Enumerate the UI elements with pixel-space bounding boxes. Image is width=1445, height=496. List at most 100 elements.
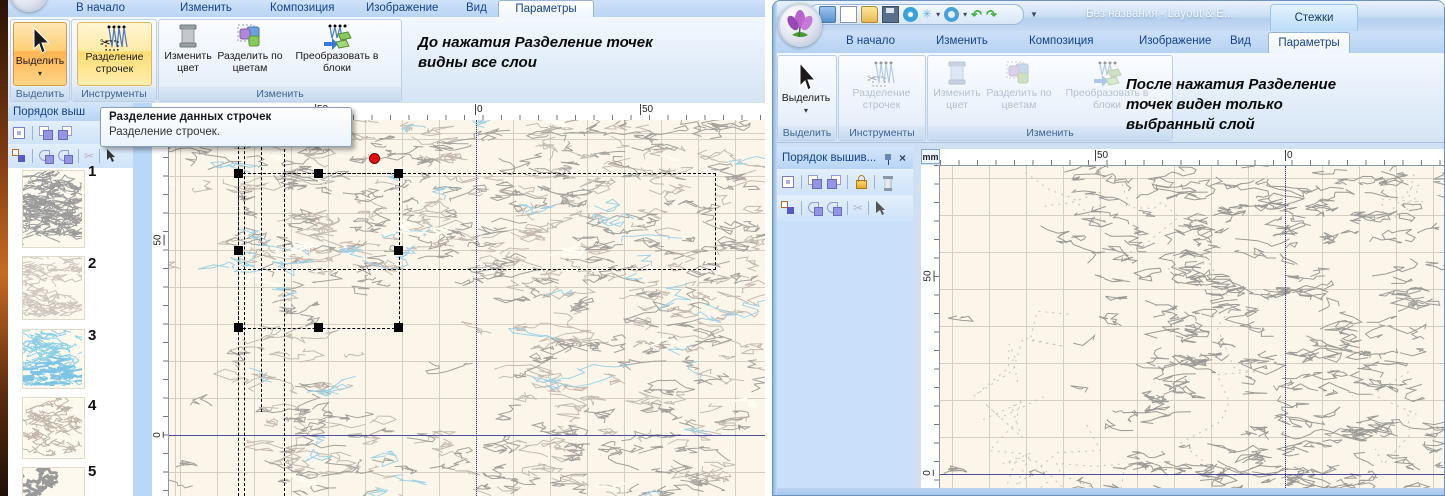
cycle-colors-icon[interactable]	[38, 148, 54, 164]
change-color-button[interactable]: Изменить цвет	[163, 22, 213, 84]
thread-spool-icon[interactable]	[880, 174, 896, 190]
convert-to-blocks-icon	[322, 24, 352, 50]
app-logo[interactable]	[10, 0, 48, 12]
open-file-icon[interactable]	[861, 6, 878, 23]
select-button[interactable]: Выделить ▾	[13, 22, 67, 86]
sewing-order-panel: Порядок выш ✂ 1	[8, 103, 133, 496]
qat-customize-arrow[interactable]: ▼	[1030, 10, 1038, 20]
bring-forward-icon[interactable]	[807, 174, 823, 190]
stage: В начало Изменить Композиция Изображение…	[0, 0, 1445, 496]
selection-handle[interactable]	[394, 246, 403, 255]
tab-home[interactable]: В начало	[846, 35, 895, 47]
ruler-label: 0	[922, 470, 934, 476]
layer-number: 3	[88, 327, 96, 344]
move-layer-icon[interactable]	[780, 200, 796, 216]
tab-composition[interactable]: Композиция	[270, 2, 334, 14]
vertical-axis-line	[1285, 166, 1286, 496]
tab-edit[interactable]: Изменить	[180, 2, 232, 14]
save-icon[interactable]	[882, 6, 899, 23]
scissors-icon[interactable]: ✂	[84, 149, 94, 163]
selection-handle[interactable]	[314, 169, 323, 178]
cycle-colors-back-icon[interactable]	[57, 148, 73, 164]
tab-parameters-selected[interactable]: Параметры	[498, 0, 594, 18]
tab-image[interactable]: Изображение	[366, 2, 438, 14]
window-after: ✳ ▾ ▾ ↶ ↷ ▼ Без названия - Layout & E...…	[772, 0, 1445, 496]
selection-handle[interactable]	[394, 323, 403, 332]
tab-home[interactable]: В начало	[76, 2, 125, 14]
ruler-label: 50	[1095, 150, 1108, 161]
convert-to-blocks-icon	[1092, 61, 1122, 87]
design-canvas-before[interactable]	[168, 120, 765, 496]
ribbon: Выделить ▾ Выделить ✂ Разделение строчек…	[8, 17, 765, 104]
pin-icon[interactable]	[883, 153, 893, 165]
cycle-colors-icon[interactable]	[807, 200, 823, 216]
split-stitches-icon: ✂	[867, 61, 897, 87]
dropdown-arrow-icon: ▾	[804, 106, 808, 115]
undo-icon[interactable]: ↶	[971, 7, 982, 22]
layer-thumbnail-3[interactable]	[22, 329, 85, 389]
selection-handle[interactable]	[314, 323, 323, 332]
dropdown-arrow-icon[interactable]: ▾	[936, 10, 940, 20]
horizontal-ruler: 50 0	[940, 149, 1445, 166]
panel-toolbar-row2: ✂	[777, 195, 913, 221]
tab-view[interactable]: Вид	[466, 2, 487, 14]
move-layer-icon[interactable]	[11, 148, 27, 164]
cycle-colors-back-icon[interactable]	[826, 200, 842, 216]
design-canvas-after[interactable]	[939, 165, 1445, 496]
layer-thumbnail-4[interactable]	[22, 397, 85, 459]
tab-composition[interactable]: Композиция	[1029, 35, 1093, 47]
tab-edit[interactable]: Изменить	[936, 35, 988, 47]
desktop-edge	[0, 0, 8, 496]
send-backward-icon[interactable]	[826, 174, 842, 190]
design-property-icon[interactable]	[903, 7, 918, 22]
selection-handle[interactable]	[394, 169, 403, 178]
scissors-icon[interactable]: ✂	[853, 201, 863, 215]
layer-thumbnail-2[interactable]	[22, 256, 85, 320]
ribbon-tab-row: В начало Изменить Композиция Изображение…	[8, 0, 765, 17]
window-bottom-edge	[774, 488, 1445, 496]
ruler-unit-box[interactable]: mm	[921, 149, 940, 164]
window-title: Без названия - Layout & E...	[1086, 8, 1234, 20]
lock-icon[interactable]	[853, 174, 869, 190]
split-by-colors-icon	[237, 24, 263, 50]
change-color-button-disabled[interactable]: Изменить цвет	[932, 58, 982, 122]
app-logo[interactable]	[778, 3, 822, 47]
group-tools-label: Инструменты	[839, 126, 925, 140]
convert-to-blocks-button[interactable]: Преобразовать в блоки	[287, 22, 387, 84]
cursor-arrow-icon	[28, 27, 52, 55]
fit-view-icon[interactable]	[780, 174, 796, 190]
bring-forward-icon[interactable]	[38, 125, 54, 141]
snowflake-tool-icon[interactable]: ✳	[922, 7, 932, 22]
close-icon[interactable]: ×	[899, 152, 906, 164]
group-tools: ✂ Разделение строчек Инструменты	[71, 19, 157, 102]
select-cursor-icon[interactable]	[874, 201, 887, 216]
tooltip-body: Разделение строчек.	[109, 126, 343, 138]
ring-tool-icon[interactable]	[944, 7, 959, 22]
split-stitches-button[interactable]: ✂ Разделение строчек	[77, 22, 152, 86]
vertical-ruler: 50 0	[152, 120, 169, 496]
selection-handle[interactable]	[234, 169, 243, 178]
layer-thumbnail-1[interactable]	[22, 170, 85, 248]
redo-icon[interactable]: ↷	[986, 7, 997, 22]
tab-image[interactable]: Изображение	[1139, 35, 1211, 47]
layer-thumbnail-5[interactable]	[22, 467, 85, 496]
split-by-colors-button-disabled[interactable]: Разделить по цветам	[986, 58, 1052, 122]
split-by-colors-button[interactable]: Разделить по цветам	[217, 22, 283, 84]
split-stitches-button-disabled[interactable]: ✂ Разделение строчек	[845, 58, 918, 122]
ruler-label: 0	[152, 432, 164, 438]
selection-handle[interactable]	[234, 323, 243, 332]
split-stitches-icon: ✂	[100, 25, 130, 51]
dropdown-arrow-icon[interactable]: ▾	[963, 10, 967, 20]
context-tab-stitches[interactable]: Стежки	[1270, 4, 1358, 31]
send-backward-icon[interactable]	[57, 125, 73, 141]
thread-spool-icon	[177, 24, 199, 50]
selection-handle[interactable]	[234, 246, 243, 255]
tab-view[interactable]: Вид	[1230, 35, 1251, 47]
select-cursor-icon[interactable]	[105, 149, 117, 163]
new-document-icon[interactable]	[840, 6, 857, 23]
tab-parameters-selected[interactable]: Параметры	[1268, 32, 1350, 54]
selection-bounding-box[interactable]	[238, 173, 400, 329]
select-button[interactable]: Выделить ▾	[780, 58, 832, 122]
layer-number: 4	[88, 397, 96, 414]
fit-view-icon[interactable]	[11, 125, 27, 141]
